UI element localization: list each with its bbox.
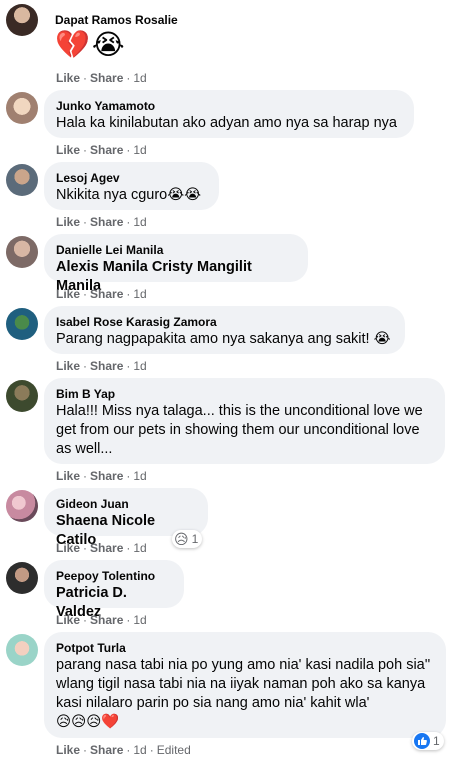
like-button[interactable]: Like [56,359,80,373]
timestamp[interactable]: 1d [133,143,146,157]
avatar[interactable] [6,4,38,36]
comment-text: Hala!!! Miss nya talaga... this is the u… [56,403,423,457]
commenter-name[interactable]: Peepoy Tolentino [56,568,172,584]
avatar[interactable] [6,92,38,124]
avatar[interactable] [6,380,38,412]
timestamp[interactable]: 1d [133,359,146,373]
reaction-count[interactable]: 1 [412,732,444,750]
separator: · [126,743,131,757]
like-button[interactable]: Like [56,71,80,85]
separator: · [83,359,88,373]
avatar[interactable] [6,236,38,268]
commenter-name[interactable]: Dapat Ramos Rosalie [55,12,178,28]
avatar[interactable] [6,308,38,340]
timestamp[interactable]: 1d [133,287,146,301]
sad-reaction-icon: 😥 [174,530,189,547]
comment-text: 💔😭 [55,29,127,60]
separator: · [83,287,88,301]
edited-label[interactable]: Edited [157,743,191,757]
like-button[interactable]: Like [56,143,80,157]
reaction-count[interactable]: 😥 1 [172,530,203,548]
comment-bubble: Danielle Lei Manila Alexis Manila Cristy… [44,234,308,294]
separator: · [126,541,131,555]
timestamp[interactable]: 1d [133,743,146,757]
avatar[interactable] [6,634,38,666]
comment-bubble: Dapat Ramos Rosalie 💔😭 [44,4,190,70]
like-button[interactable]: Like [56,215,80,229]
share-button[interactable]: Share [90,743,123,757]
commenter-name[interactable]: Lesoj Agev [56,170,207,186]
comment-actions: Like · Share · 1d [56,613,147,627]
timestamp[interactable]: 1d [133,215,146,229]
share-button[interactable]: Share [90,359,123,373]
timestamp[interactable]: 1d [133,71,146,85]
reaction-number: 1 [433,734,440,748]
separator: · [83,743,88,757]
share-button[interactable]: Share [90,613,123,627]
share-button[interactable]: Share [90,143,123,157]
comment-bubble: Peepoy Tolentino Patricia D. Valdez [44,560,184,620]
comment-emoji: 😥😥😥❤️ [56,714,120,730]
avatar[interactable] [6,490,38,522]
comment-bubble: Bim B Yap Hala!!! Miss nya talaga... thi… [44,378,445,464]
share-button[interactable]: Share [90,541,123,555]
comment-bubble: Junko Yamamoto Hala ka kinilabutan ako a… [44,90,414,138]
separator: · [83,613,88,627]
comment-text: parang nasa tabi nia po yung amo nia' ka… [56,657,431,711]
comment-actions: Like · Share · 1d [56,359,147,373]
comment-actions: Like · Share · 1d · Edited [56,743,191,757]
comment-text: Hala ka kinilabutan ako adyan amo nya sa… [56,115,397,131]
comment-text: Parang nagpapakita amo nya sakanya ang s… [56,331,391,347]
avatar[interactable] [6,562,38,594]
commenter-name[interactable]: Isabel Rose Karasig Zamora [56,314,393,330]
share-button[interactable]: Share [90,287,123,301]
separator: · [126,71,131,85]
separator: · [126,215,131,229]
avatar[interactable] [6,164,38,196]
like-button[interactable]: Like [56,613,80,627]
like-button[interactable]: Like [56,287,80,301]
comment-actions: Like · Share · 1d [56,215,147,229]
share-button[interactable]: Share [90,215,123,229]
separator: · [149,743,154,757]
timestamp[interactable]: 1d [133,613,146,627]
like-button[interactable]: Like [56,743,80,757]
timestamp[interactable]: 1d [133,469,146,483]
commenter-name[interactable]: Gideon Juan [56,496,196,512]
commenter-name[interactable]: Danielle Lei Manila [56,242,296,258]
comment-actions: Like · Share · 1d [56,469,147,483]
commenter-name[interactable]: Potpot Turla [56,640,434,656]
comment-actions: Like · Share · 1d [56,541,147,555]
like-button[interactable]: Like [56,469,80,483]
comment-actions: Like · Share · 1d [56,71,147,85]
comment-bubble: Gideon Juan Shaena Nicole Catilo [44,488,208,548]
separator: · [83,541,88,555]
separator: · [83,215,88,229]
comment-text: Nkikita nya cguro😭😭 [56,187,202,203]
share-button[interactable]: Share [90,71,123,85]
comment-bubble: Isabel Rose Karasig Zamora Parang nagpap… [44,306,405,354]
separator: · [126,613,131,627]
like-reaction-icon [414,733,430,749]
separator: · [126,469,131,483]
timestamp[interactable]: 1d [133,541,146,555]
reaction-number: 1 [191,532,199,546]
commenter-name[interactable]: Junko Yamamoto [56,98,402,114]
separator: · [126,287,131,301]
comment-actions: Like · Share · 1d [56,143,147,157]
like-button[interactable]: Like [56,541,80,555]
separator: · [126,143,131,157]
share-button[interactable]: Share [90,469,123,483]
separator: · [126,359,131,373]
separator: · [83,469,88,483]
comment-bubble: Potpot Turla parang nasa tabi nia po yun… [44,632,446,738]
separator: · [83,143,88,157]
comment-bubble: Lesoj Agev Nkikita nya cguro😭😭 [44,162,219,210]
commenter-name[interactable]: Bim B Yap [56,386,433,402]
separator: · [83,71,88,85]
comment-actions: Like · Share · 1d [56,287,147,301]
